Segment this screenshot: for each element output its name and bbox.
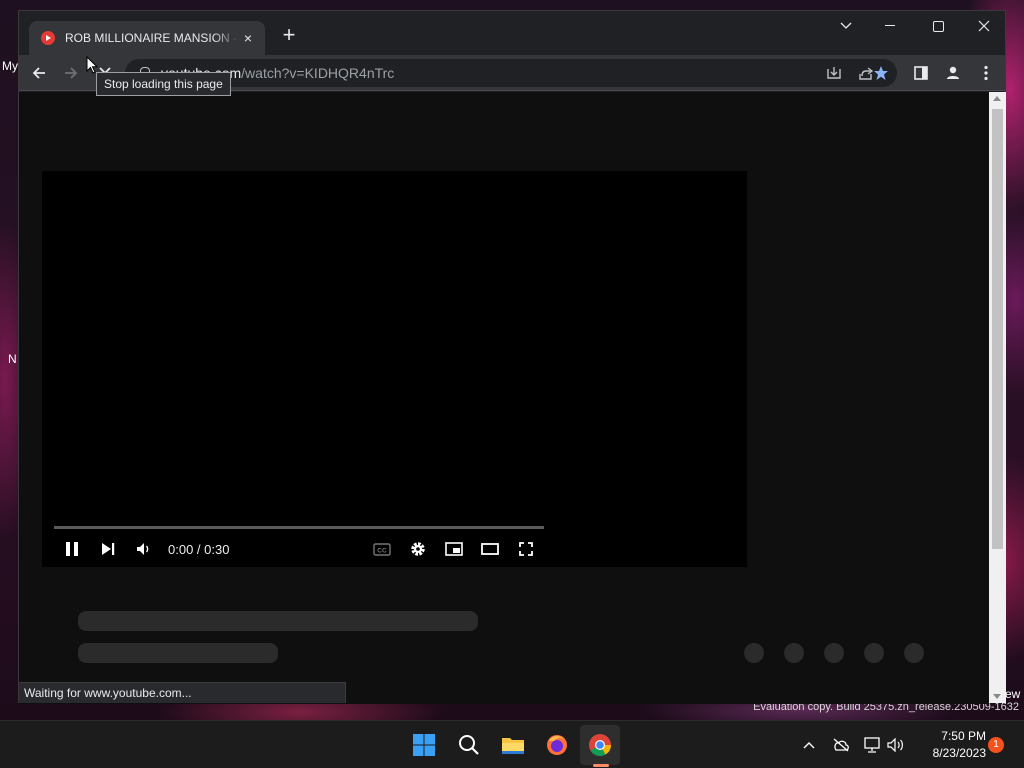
action-placeholder [744,643,764,663]
network-button[interactable] [862,735,882,755]
tab-youtube[interactable]: ROB MILLIONAIRE MANSION - R × [29,21,265,55]
url-path: /watch?v=KIDHQR4nTrc [241,65,395,81]
desktop-icon-label[interactable]: My [2,59,18,73]
tooltip: Stop loading this page [96,72,231,96]
profile-button[interactable] [941,61,965,85]
video-progress-bar[interactable] [54,526,544,529]
desktop-icon-label[interactable]: N [8,352,17,366]
browser-window: ROB MILLIONAIRE MANSION - R × + youtube.… [18,10,1006,704]
skip-next-icon [102,543,115,555]
theater-icon [481,543,499,555]
chrome-button[interactable] [580,725,620,765]
svg-text:CC: CC [377,547,387,554]
kebab-menu-icon [984,65,988,81]
youtube-favicon-icon [41,31,55,45]
window-close-button[interactable] [961,11,1007,41]
pause-button[interactable] [60,539,84,559]
fullscreen-button[interactable] [514,539,538,559]
page-scrollbar[interactable] [989,92,1006,703]
notification-badge[interactable]: 1 [988,737,1004,753]
tab-search-button[interactable] [823,11,869,41]
chevron-down-icon [840,22,852,29]
onedrive-button[interactable] [831,735,851,755]
forward-button[interactable] [59,61,83,85]
closed-captions-icon: CC [373,542,391,556]
maximize-icon [932,20,944,32]
user-icon [947,66,959,79]
tab-title: ROB MILLIONAIRE MANSION - R [65,31,239,45]
subtitles-button[interactable]: CC [370,539,394,559]
mouse-cursor-icon [86,56,98,74]
show-hidden-icons-button[interactable] [799,735,819,755]
channel-placeholder [78,643,278,663]
tab-strip: ROB MILLIONAIRE MANSION - R × + [19,11,1005,55]
chrome-active-indicator [593,764,609,767]
address-bar[interactable]: youtube.com /watch?v=KIDHQR4nTrc [125,59,897,87]
windows-logo-icon [413,734,435,756]
volume-icon [137,543,149,555]
minimize-button[interactable] [867,11,913,41]
scroll-thumb[interactable] [992,109,1003,549]
theater-mode-button[interactable] [478,539,502,559]
status-bubble: Waiting for www.youtube.com... [19,682,346,703]
miniplayer-icon [445,542,463,556]
fullscreen-icon [519,542,533,556]
system-clock[interactable]: 7:50 PM 8/23/2023 [912,728,986,762]
minimize-icon [885,25,895,26]
close-icon [978,20,990,32]
firefox-icon [547,735,567,755]
scroll-up-icon[interactable] [993,96,1001,101]
start-button[interactable] [404,725,444,765]
firefox-button[interactable] [537,725,577,765]
maximize-button[interactable] [915,11,961,41]
taskbar-search-button[interactable] [449,725,489,765]
side-panel-icon [914,66,928,80]
chrome-icon [589,734,611,756]
scroll-down-icon[interactable] [993,694,1001,699]
next-video-button[interactable] [96,539,120,559]
title-placeholder [78,611,478,631]
chevron-up-icon [803,742,815,749]
action-placeholder [904,643,924,663]
pause-icon [66,542,78,556]
desktop-icon-label[interactable]: ew [1005,687,1020,701]
bookmark-star-button[interactable] [869,61,893,85]
arrow-right-icon [65,67,78,79]
gear-icon [411,542,425,556]
clock-time: 7:50 PM [941,729,986,743]
action-placeholder [824,643,844,663]
network-icon [864,737,880,753]
new-tab-button[interactable]: + [277,24,301,48]
video-time: 0:00 / 0:30 [168,542,230,557]
speaker-icon [887,738,903,752]
clock-date: 8/23/2023 [932,746,986,760]
install-icon [827,67,841,79]
miniplayer-button[interactable] [442,539,466,559]
action-placeholder [784,643,804,663]
cloud-off-icon [833,738,849,752]
mute-button[interactable] [132,539,156,559]
chrome-menu-button[interactable] [974,61,998,85]
side-panel-button[interactable] [909,61,933,85]
back-button[interactable] [27,61,51,85]
install-app-button[interactable] [825,64,843,82]
folder-icon [502,738,524,754]
taskbar: 7:50 PM 8/23/2023 1 [0,720,1024,768]
file-explorer-button[interactable] [493,725,533,765]
star-icon [874,66,888,80]
volume-button[interactable] [886,735,906,755]
action-placeholder [864,643,884,663]
page-content: 0:00 / 0:30 CC [19,92,989,704]
arrow-left-icon [32,67,45,79]
video-player[interactable]: 0:00 / 0:30 CC [42,171,747,567]
settings-button[interactable] [406,539,430,559]
search-icon [459,735,479,755]
tab-close-button[interactable]: × [239,29,257,47]
